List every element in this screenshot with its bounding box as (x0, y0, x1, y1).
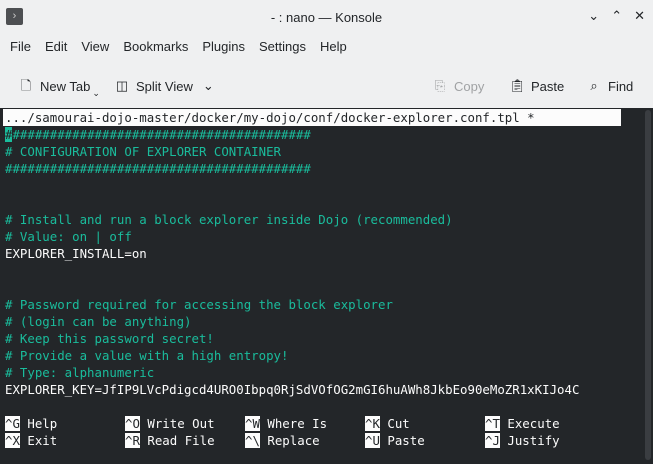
shortcut-key: ^J (485, 433, 500, 448)
shortcut-key: ^R (125, 433, 140, 448)
shortcut-justify[interactable]: ^J Justify (485, 432, 560, 449)
menu-help[interactable]: Help (320, 36, 347, 58)
toolbar: 🗋 New Tab ⌄ ◫ Split View ⌄ ⎘ Copy 📋︎ Paste ⌕ Fi… (0, 72, 653, 100)
new-tab-icon: 🗋 (20, 78, 32, 93)
title-bar: › - : nano — Konsole ⌄ ⌃ ✕ (0, 0, 653, 34)
shortcut-paste[interactable]: ^U Paste (365, 432, 425, 449)
comment-line: # Install and run a block explorer insid… (5, 212, 453, 227)
terminal-area[interactable]: .../samourai-dojo-master/docker/my-dojo/… (0, 108, 653, 464)
shortcut-key: ^W (245, 416, 260, 431)
menu-plugins[interactable]: Plugins (202, 36, 245, 58)
shortcut-cut[interactable]: ^K Cut (365, 415, 410, 432)
shortcut-label: Cut (387, 416, 410, 431)
menu-settings[interactable]: Settings (259, 36, 306, 58)
comment-line: # Provide a value with a high entropy! (5, 348, 289, 363)
konsole-window: › - : nano — Konsole ⌄ ⌃ ✕ File Edit Vie… (0, 0, 653, 464)
shortcut-label: Execute (507, 416, 560, 431)
close-button[interactable]: ✕ (634, 8, 645, 24)
shortcut-label: Read File (147, 433, 215, 448)
line-text: ######################################## (12, 127, 311, 142)
shortcut-label: Exit (27, 433, 58, 448)
shortcut-write-out[interactable]: ^O Write Out (125, 415, 215, 432)
comment-line: # Keep this password secret! (5, 331, 214, 346)
shortcut-key: ^X (5, 433, 20, 448)
search-icon: ⌕ (590, 78, 598, 93)
shortcut-key: ^G (5, 416, 20, 431)
menu-view[interactable]: View (81, 36, 109, 58)
comment-line: # Type: alphanumeric (5, 365, 155, 380)
shortcut-label: Replace (267, 433, 320, 448)
copy-icon: ⎘ (434, 78, 446, 93)
nano-filename-bar: .../samourai-dojo-master/docker/my-dojo/… (3, 109, 621, 126)
shortcut-replace[interactable]: ^\ Replace (245, 432, 320, 449)
new-tab-button[interactable]: 🗋 New Tab ⌄ (18, 72, 100, 100)
maximize-button[interactable]: ⌃ (611, 8, 622, 24)
config-line: EXPLORER_KEY=JfIP9LVcPdigcd4URO0Ibpq0RjS… (5, 382, 580, 397)
menu-file[interactable]: File (10, 36, 31, 58)
split-view-button[interactable]: ◫ Split View ⌄ (114, 72, 214, 100)
chevron-down-icon: ⌄ (202, 78, 214, 93)
shortcut-execute[interactable]: ^T Execute (485, 415, 560, 432)
shortcut-read-file[interactable]: ^R Read File (125, 432, 215, 449)
shortcut-label: Write Out (147, 416, 215, 431)
paste-button[interactable]: 📋︎ Paste (509, 72, 564, 100)
comment-line: ########################################… (5, 126, 311, 143)
shortcut-key: ^U (365, 433, 380, 448)
shortcut-key: ^T (485, 416, 500, 431)
paste-icon: 📋︎ (509, 78, 526, 93)
comment-line: # Password required for accessing the bl… (5, 297, 393, 312)
copy-button[interactable]: ⎘ Copy (432, 72, 485, 100)
shortcut-label: Paste (387, 433, 425, 448)
config-line: EXPLORER_INSTALL=on (5, 246, 147, 261)
shortcut-exit[interactable]: ^X Exit (5, 432, 57, 449)
split-view-icon: ◫ (115, 78, 129, 93)
minimize-button[interactable]: ⌄ (588, 8, 599, 24)
menu-bar: File Edit View Bookmarks Plugins Setting… (0, 36, 351, 58)
comment-line: # Value: on | off (5, 229, 132, 244)
shortcut-key: ^K (365, 416, 380, 431)
shortcut-where-is[interactable]: ^W Where Is (245, 415, 327, 432)
comment-line: # CONFIGURATION OF EXPLORER CONTAINER (5, 144, 282, 159)
shortcut-key: ^O (125, 416, 140, 431)
window-title: - : nano — Konsole (270, 9, 383, 25)
shortcut-label: Where Is (267, 416, 328, 431)
menu-edit[interactable]: Edit (45, 36, 67, 58)
terminal-icon: › (6, 8, 23, 25)
shortcut-help[interactable]: ^G Help (5, 415, 57, 432)
shortcut-key: ^\ (245, 433, 260, 448)
shortcut-label: Help (27, 416, 58, 431)
chevron-down-icon: ⌄ (92, 87, 100, 98)
comment-line: # (login can be anything) (5, 314, 192, 329)
shortcut-label: Justify (507, 433, 560, 448)
scrollbar[interactable] (645, 110, 651, 460)
menu-bookmarks[interactable]: Bookmarks (123, 36, 188, 58)
comment-line: ########################################… (5, 161, 311, 176)
find-button[interactable]: ⌕ Find (586, 72, 633, 100)
